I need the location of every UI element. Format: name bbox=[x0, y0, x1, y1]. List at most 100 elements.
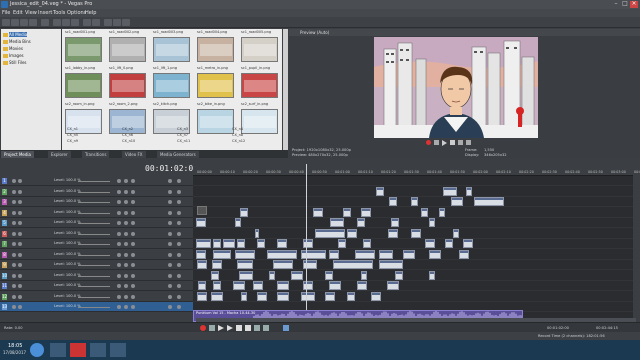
track-lane[interactable] bbox=[193, 271, 633, 281]
media-file-item[interactable]: CX_n6 bbox=[122, 133, 133, 137]
video-clip[interactable] bbox=[330, 218, 344, 227]
redo-icon[interactable] bbox=[92, 19, 100, 26]
video-clip[interactable] bbox=[277, 239, 287, 248]
composite-icon[interactable] bbox=[131, 179, 135, 183]
video-clip[interactable] bbox=[425, 239, 435, 248]
video-clip[interactable] bbox=[463, 239, 473, 248]
track-header[interactable]: 5 Level: 100.0 % bbox=[0, 218, 193, 228]
edit-tool-icon[interactable] bbox=[104, 19, 112, 26]
lock-icon[interactable] bbox=[177, 210, 181, 215]
fx-icon[interactable] bbox=[124, 305, 128, 309]
composite-icon[interactable] bbox=[131, 273, 135, 278]
solo-icon[interactable] bbox=[18, 221, 22, 225]
fx-icon[interactable] bbox=[124, 294, 128, 299]
go-to-start-icon[interactable] bbox=[254, 325, 260, 331]
media-file-item[interactable]: CX_n1 bbox=[67, 127, 78, 131]
video-clip[interactable] bbox=[459, 249, 469, 259]
solo-icon[interactable] bbox=[18, 252, 22, 257]
composite-icon[interactable] bbox=[131, 189, 135, 194]
media-file-item[interactable]: CX_n2 bbox=[122, 127, 133, 131]
video-clip[interactable] bbox=[196, 218, 206, 227]
record-arm-icon[interactable] bbox=[168, 221, 172, 225]
solo-icon[interactable] bbox=[18, 263, 22, 267]
level-slider[interactable] bbox=[78, 296, 110, 298]
mute-icon[interactable] bbox=[12, 242, 16, 246]
media-file-item[interactable]: CX_n8 bbox=[232, 133, 243, 137]
track-motion-icon[interactable] bbox=[117, 294, 121, 299]
composite-icon[interactable] bbox=[131, 252, 135, 257]
selection-tool-icon[interactable] bbox=[122, 19, 130, 26]
video-clip[interactable] bbox=[439, 207, 445, 217]
level-slider[interactable] bbox=[78, 181, 110, 182]
level-slider[interactable] bbox=[78, 286, 110, 287]
solo-icon[interactable] bbox=[18, 294, 22, 299]
video-clip[interactable] bbox=[333, 260, 373, 269]
video-clip[interactable] bbox=[379, 260, 403, 269]
video-clip[interactable] bbox=[303, 281, 313, 290]
video-clip[interactable] bbox=[257, 291, 267, 301]
video-clip[interactable] bbox=[357, 218, 365, 227]
media-thumbnail[interactable] bbox=[65, 37, 102, 62]
undo-icon[interactable] bbox=[83, 19, 91, 26]
video-clip[interactable] bbox=[241, 291, 247, 301]
cut-icon[interactable] bbox=[53, 19, 61, 26]
menu-edit[interactable]: Edit bbox=[13, 10, 23, 16]
fx-icon[interactable] bbox=[124, 200, 128, 204]
media-thumbnail[interactable] bbox=[197, 73, 234, 98]
level-slider[interactable] bbox=[78, 254, 110, 256]
video-clip[interactable] bbox=[389, 197, 397, 206]
close-button[interactable]: × bbox=[630, 1, 638, 8]
mute-icon[interactable] bbox=[12, 252, 16, 257]
media-file-item[interactable]: CX_n7 bbox=[177, 133, 188, 137]
tree-item-movies[interactable]: Movies bbox=[9, 46, 23, 51]
save-icon[interactable] bbox=[20, 19, 28, 26]
video-clip[interactable] bbox=[395, 270, 403, 280]
mute-icon[interactable] bbox=[12, 294, 16, 299]
mute-icon[interactable] bbox=[12, 284, 16, 288]
video-clip[interactable] bbox=[267, 249, 297, 259]
track-motion-icon[interactable] bbox=[117, 263, 121, 267]
copy-icon[interactable] bbox=[62, 19, 70, 26]
new-icon[interactable] bbox=[2, 19, 10, 26]
video-clip[interactable] bbox=[315, 228, 345, 238]
level-slider[interactable] bbox=[78, 191, 110, 193]
track-motion-icon[interactable] bbox=[117, 284, 121, 288]
video-clip[interactable] bbox=[429, 249, 441, 259]
paste-icon[interactable] bbox=[71, 19, 79, 26]
timeline-ruler[interactable]: 00:00:00 00:00:10 00:00:20 00:00:30 00:00:40… bbox=[193, 164, 640, 176]
playhead[interactable] bbox=[306, 164, 307, 324]
media-thumbnail[interactable] bbox=[65, 73, 102, 98]
video-clip[interactable] bbox=[379, 249, 393, 259]
video-clip[interactable] bbox=[239, 270, 253, 280]
composite-icon[interactable] bbox=[131, 284, 135, 288]
video-clip[interactable] bbox=[355, 249, 375, 259]
fx-icon[interactable] bbox=[124, 242, 128, 246]
video-clip[interactable] bbox=[388, 228, 398, 238]
video-clip[interactable] bbox=[301, 249, 326, 259]
lock-icon[interactable] bbox=[177, 305, 181, 309]
track-lane[interactable] bbox=[193, 208, 633, 218]
render-icon[interactable] bbox=[41, 19, 49, 26]
video-clip[interactable] bbox=[213, 281, 221, 290]
video-clip[interactable] bbox=[235, 249, 255, 259]
mute-icon[interactable] bbox=[12, 189, 16, 194]
tab-transitions[interactable]: Transitions bbox=[82, 151, 110, 158]
lock-icon[interactable] bbox=[177, 273, 181, 278]
properties-icon[interactable] bbox=[29, 19, 37, 26]
video-clip[interactable] bbox=[357, 281, 367, 290]
track-motion-icon[interactable] bbox=[117, 210, 121, 215]
video-clip[interactable] bbox=[325, 291, 335, 301]
level-slider[interactable] bbox=[78, 233, 110, 235]
play-icon[interactable] bbox=[442, 140, 447, 146]
record-arm-icon[interactable] bbox=[168, 231, 172, 236]
level-slider[interactable] bbox=[78, 265, 110, 266]
fx-icon[interactable] bbox=[124, 179, 128, 183]
media-file-item[interactable]: CX_n10 bbox=[122, 139, 135, 143]
fx-icon[interactable] bbox=[124, 231, 128, 236]
media-file-item[interactable]: CX_n5 bbox=[67, 133, 78, 137]
tab-explorer[interactable]: Explorer bbox=[48, 151, 71, 158]
start-button[interactable] bbox=[30, 343, 44, 357]
video-clip[interactable] bbox=[197, 206, 207, 215]
track-motion-icon[interactable] bbox=[117, 189, 121, 194]
media-thumbnail[interactable] bbox=[197, 109, 234, 134]
